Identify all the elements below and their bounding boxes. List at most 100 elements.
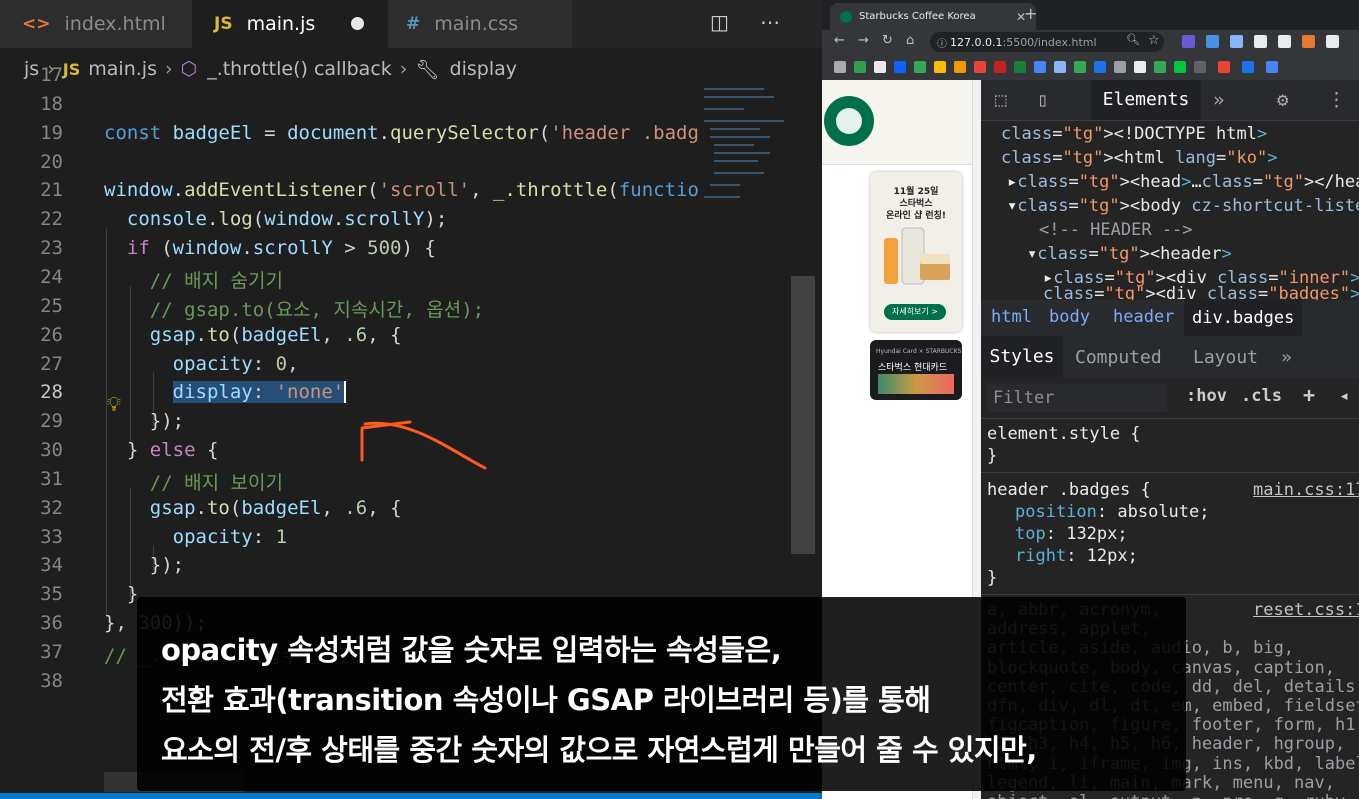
code-line[interactable]: }); <box>104 554 184 576</box>
more-actions-icon[interactable]: ⋯ <box>760 10 780 34</box>
badge-online-shop[interactable]: 11월 25일 스타벅스 온라인 샵 런칭! 자세히보기 > <box>870 172 962 332</box>
subtitle-line: 전환 효과(transition 속성이나 GSAP 라이브러리 등)를 통해 <box>161 683 931 717</box>
bookmark-icon[interactable] <box>954 61 966 73</box>
bookmark-icon[interactable] <box>974 61 986 73</box>
code-line[interactable]: } <box>104 583 138 605</box>
bookmark-icon[interactable] <box>1094 61 1106 73</box>
bookmark-icon[interactable] <box>1034 61 1046 73</box>
extension-icon[interactable] <box>1254 35 1267 48</box>
crumb-body[interactable]: body <box>1049 307 1090 327</box>
crumb-header[interactable]: header <box>1113 307 1174 327</box>
code-line[interactable]: // 배지 보이기 <box>104 468 283 495</box>
code-line[interactable]: opacity: 0, <box>104 353 299 375</box>
bookmark-icon[interactable] <box>1154 61 1166 73</box>
bookmark-icon[interactable] <box>1134 61 1146 73</box>
more-tabs-icon[interactable]: » <box>1213 89 1224 111</box>
dom-node[interactable]: class="tg"><html lang="ko"> <box>1001 148 1277 168</box>
reset-source-link[interactable]: reset.css:1 <box>1253 600 1359 620</box>
bookmark-icon[interactable] <box>914 61 926 73</box>
reload-icon[interactable]: ↻ <box>882 33 893 48</box>
tab-index-html[interactable]: <> index.html <box>0 0 192 48</box>
new-tab-icon[interactable]: + <box>1024 4 1037 23</box>
code-line[interactable]: if (window.scrollY > 500) { <box>104 237 436 259</box>
bookmark-icon[interactable] <box>894 61 906 73</box>
kebab-menu-icon[interactable]: ⋮ <box>1327 89 1346 111</box>
forward-icon[interactable]: → <box>858 33 869 48</box>
badge-hyundai-card[interactable]: Hyundai Card × STARBUCKS 스타벅스 현대카드 <box>870 340 962 400</box>
unsaved-dot-icon[interactable] <box>351 17 364 30</box>
home-icon[interactable]: ⌂ <box>906 33 914 48</box>
selected-text[interactable]: display: 'none' <box>172 381 345 404</box>
dom-node[interactable]: class="tg"><!DOCTYPE html> <box>1001 124 1267 144</box>
code-line[interactable]: } else { <box>104 439 219 461</box>
bookmark-icon[interactable] <box>1218 61 1230 73</box>
lightbulb-icon[interactable]: 💡︎ <box>107 392 121 416</box>
bookmark-icon[interactable] <box>1054 61 1066 73</box>
dom-node[interactable]: class="tg"><div class="badges"> == $0 <box>1043 284 1359 300</box>
code-line[interactable]: // 배지 숨기기 <box>104 266 283 293</box>
code-line[interactable]: window.addEventListener('scroll', _.thro… <box>104 179 699 201</box>
tab-elements[interactable]: Elements <box>1091 80 1201 120</box>
code-line[interactable]: // gsap.to(요소, 지속시간, 옵션); <box>104 295 484 322</box>
crumb-div-badges[interactable]: div.badges <box>1184 300 1303 336</box>
code-line[interactable]: opacity: 1 <box>104 526 287 548</box>
bookmark-icon[interactable] <box>934 61 946 73</box>
bookmark-icon[interactable] <box>1194 61 1206 73</box>
starbucks-logo[interactable] <box>824 96 874 146</box>
details-button[interactable]: 자세히보기 > <box>884 304 946 320</box>
extension-icon[interactable] <box>1302 35 1315 48</box>
bookmark-icon[interactable] <box>1174 61 1186 73</box>
bookmark-star-icon[interactable]: ☆ <box>1148 33 1160 48</box>
styles-filter-input[interactable]: Filter <box>987 384 1167 412</box>
css-property[interactable]: right: 12px; <box>1015 546 1138 566</box>
tab-computed[interactable]: Computed <box>1075 347 1162 368</box>
browser-tab[interactable]: Starbucks Coffee Korea ✕ <box>830 3 1036 30</box>
bookmark-icon[interactable] <box>994 61 1006 73</box>
info-icon[interactable]: ⓘ <box>937 35 947 50</box>
dom-tree[interactable]: class="tg"><!DOCTYPE html> class="tg"><ht… <box>981 120 1359 300</box>
more-subtabs-icon[interactable]: » <box>1281 347 1292 368</box>
extension-icon[interactable] <box>1182 35 1195 48</box>
dom-node[interactable]: ▾class="tg"><header> <box>1027 244 1232 264</box>
hov-toggle[interactable]: :hov <box>1186 386 1227 406</box>
back-icon[interactable]: ← <box>834 33 845 48</box>
tab-main-js[interactable]: JS main.js <box>192 0 388 48</box>
css-property[interactable]: position: absolute; <box>1015 502 1210 522</box>
bookmark-icon[interactable] <box>854 61 866 73</box>
bookmark-icon[interactable] <box>1014 61 1026 73</box>
editor-scrollbar-thumb[interactable] <box>791 276 815 554</box>
dom-node[interactable]: <!-- HEADER --> <box>1039 220 1193 240</box>
bookmark-icon[interactable] <box>1114 61 1126 73</box>
inspect-element-icon[interactable]: ⬚ <box>995 89 1006 111</box>
dom-node[interactable]: ▸class="tg"><head>…class="tg"></head> <box>1007 172 1359 192</box>
gear-icon[interactable]: ⚙ <box>1277 89 1288 111</box>
add-rule-icon[interactable]: + <box>1303 383 1315 407</box>
extension-icon[interactable] <box>1206 35 1219 48</box>
tab-layout[interactable]: Layout <box>1193 347 1258 368</box>
extension-icon[interactable] <box>1326 35 1339 48</box>
dom-node[interactable]: ▾class="tg"><body cz-shortcut-listen="tr… <box>1007 196 1359 216</box>
code-line[interactable]: display: 'none' <box>104 381 347 404</box>
crumb-html[interactable]: html <box>991 307 1032 327</box>
tab-styles[interactable]: Styles <box>981 336 1063 378</box>
bookmark-icon[interactable] <box>1242 61 1254 73</box>
rule-source-link[interactable]: main.css:17 <box>1253 480 1359 500</box>
apps-icon[interactable] <box>834 61 846 73</box>
code-line[interactable]: gsap.to(badgeEl, .6, { <box>104 497 402 519</box>
extension-icon[interactable] <box>1230 35 1243 48</box>
split-editor-icon[interactable]: ◫ <box>710 10 729 34</box>
bookmark-icon[interactable] <box>1266 61 1278 73</box>
zoom-search-icon[interactable]: 🔍︎ <box>1126 33 1140 46</box>
bookmark-icon[interactable] <box>1074 61 1086 73</box>
code-line[interactable]: gsap.to(badgeEl, .6, { <box>104 324 402 346</box>
cls-toggle[interactable]: .cls <box>1241 386 1282 406</box>
sidebar-toggle-icon[interactable]: ◂ <box>1339 386 1349 406</box>
device-toggle-icon[interactable]: ▯ <box>1037 89 1048 111</box>
tab-main-css[interactable]: # main.css <box>388 0 572 48</box>
css-property[interactable]: top: 132px; <box>1015 524 1128 544</box>
code-line[interactable]: console.log(window.scrollY); <box>104 208 447 230</box>
code-line[interactable]: const badgeEl = document.querySelector('… <box>104 122 699 144</box>
bookmark-icon[interactable] <box>874 61 886 73</box>
minimap[interactable] <box>700 84 790 214</box>
extension-icon[interactable] <box>1278 35 1291 48</box>
